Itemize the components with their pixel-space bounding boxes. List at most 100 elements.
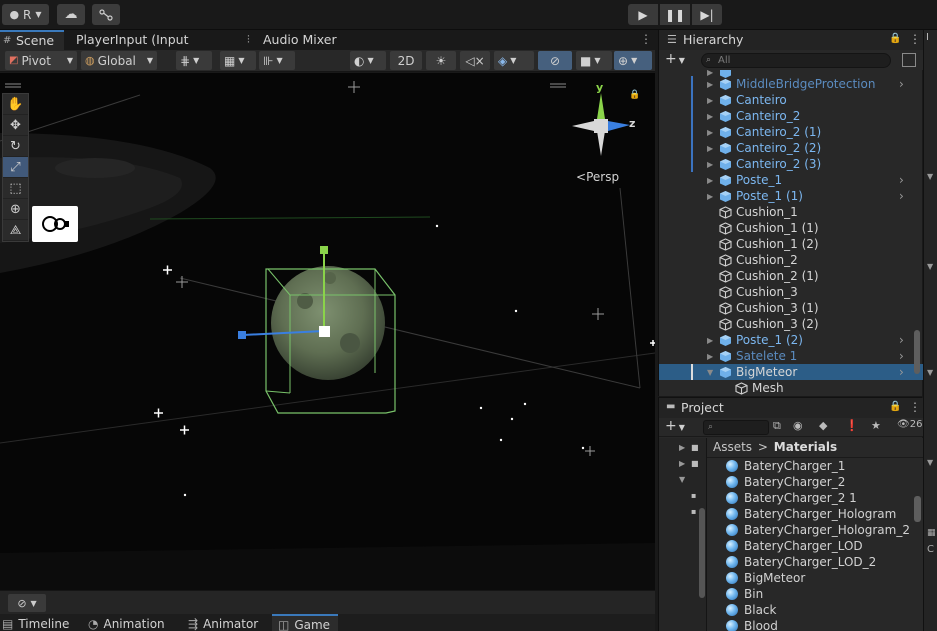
cloud-button[interactable]: ☁ bbox=[57, 4, 85, 25]
hierarchy-search-input[interactable]: ⌕ All bbox=[701, 53, 891, 68]
hierarchy-item[interactable]: ▶ Satelete 1 › bbox=[659, 348, 923, 364]
tab-player-input[interactable]: PlayerInput (Input Actions) bbox=[76, 30, 236, 67]
hierarchy-item[interactable]: ▼ BigMeteor › bbox=[659, 364, 923, 380]
collapsed-section[interactable]: C bbox=[927, 544, 934, 555]
gizmos-dropdown[interactable]: ⊕ ▼ bbox=[614, 51, 652, 70]
expand-arrow-icon[interactable]: ▶ bbox=[707, 96, 717, 105]
expand-arrow-icon[interactable]: ▶ bbox=[707, 160, 717, 169]
pause-button[interactable]: ❚❚ bbox=[660, 4, 690, 25]
more-options-icon[interactable]: ⋮ bbox=[640, 32, 652, 46]
hierarchy-item[interactable]: ▶ Canteiro_2 (2) bbox=[659, 140, 923, 156]
lock-icon[interactable]: 🔒 bbox=[629, 90, 640, 100]
global-dropdown[interactable]: ◍ Global ▼ bbox=[81, 51, 157, 70]
collab-button[interactable] bbox=[92, 4, 120, 25]
expand-arrow-icon[interactable]: ▶ bbox=[707, 176, 717, 185]
expand-arrow-icon[interactable]: ▶ bbox=[707, 112, 717, 121]
camera-gizmo-icon[interactable] bbox=[32, 206, 78, 242]
scale-tool-button[interactable]: ⤢ bbox=[3, 157, 28, 178]
project-list-scrollbar[interactable] bbox=[914, 496, 921, 522]
hierarchy-item[interactable]: Cushion_1 (2) bbox=[659, 236, 923, 252]
open-prefab-chevron-icon[interactable]: › bbox=[899, 365, 904, 379]
grid-snap-dropdown[interactable]: ⋕ ▼ bbox=[176, 51, 212, 70]
asset-item[interactable]: BateryCharger_1 bbox=[707, 458, 923, 474]
hierarchy-item[interactable]: Mesh bbox=[659, 380, 923, 396]
play-button[interactable]: ▶ bbox=[628, 4, 658, 25]
open-prefab-chevron-icon[interactable]: › bbox=[899, 349, 904, 363]
effects-dropdown[interactable]: ◈ ▼ bbox=[494, 51, 534, 70]
asset-item[interactable]: Blood bbox=[707, 618, 923, 631]
breadcrumb-current[interactable]: Materials bbox=[774, 440, 837, 454]
hierarchy-item[interactable]: Cushion_2 (1) bbox=[659, 268, 923, 284]
visibility-icon[interactable]: 👁26 bbox=[897, 419, 922, 430]
hierarchy-item[interactable]: ▶ Poste_1 (1) › bbox=[659, 188, 923, 204]
tab-animation[interactable]: ◔ Animation bbox=[88, 617, 165, 631]
overlay-dropdown[interactable]: ⊘ ▼ bbox=[8, 594, 46, 612]
hierarchy-item[interactable]: Cushion_3 bbox=[659, 284, 923, 300]
hierarchy-scrollbar[interactable] bbox=[914, 330, 920, 374]
account-button[interactable]: ● R ▼ bbox=[2, 4, 49, 25]
tab-audio-mixer[interactable]: ⫶ Audio Mixer bbox=[245, 30, 345, 50]
collapsed-section[interactable]: ▦ bbox=[927, 528, 936, 538]
asset-item[interactable]: BateryCharger_2 bbox=[707, 474, 923, 490]
hierarchy-item[interactable]: ▶ Poste_1 (2) › bbox=[659, 332, 923, 348]
hierarchy-item[interactable]: ▶ Canteiro_2 (3) bbox=[659, 156, 923, 172]
hierarchy-item[interactable]: ▶ Canteiro bbox=[659, 92, 923, 108]
collapsed-section[interactable]: ▼ bbox=[927, 368, 933, 377]
tab-game[interactable]: ◫ Game bbox=[272, 614, 339, 631]
collapsed-section[interactable]: ▼ bbox=[927, 458, 933, 467]
transform-tool-button[interactable]: ⊕ bbox=[3, 199, 28, 220]
tab-scene[interactable]: # Scene bbox=[0, 30, 64, 50]
expand-arrow-icon[interactable]: ▶ bbox=[707, 336, 717, 345]
rect-tool-button[interactable]: ⬚ bbox=[3, 178, 28, 199]
step-button[interactable]: ▶| bbox=[692, 4, 722, 25]
audio-toggle[interactable]: ◁× bbox=[460, 51, 490, 70]
hierarchy-item[interactable]: ▶ Canteiro_2 (1) bbox=[659, 124, 923, 140]
move-tool-button[interactable]: ✥ bbox=[3, 115, 28, 136]
breadcrumb-root[interactable]: Assets bbox=[713, 440, 752, 454]
asset-item[interactable]: BateryCharger_Hologram_2 bbox=[707, 522, 923, 538]
open-prefab-chevron-icon[interactable]: › bbox=[899, 333, 904, 347]
project-tab[interactable]: ▬ Project 🔒 ⋮ bbox=[659, 398, 923, 418]
tree-arrow-icon[interactable]: ▼ bbox=[679, 475, 685, 484]
lock-icon[interactable]: 🔒 bbox=[889, 33, 901, 44]
hierarchy-item[interactable]: Cushion_1 (1) bbox=[659, 220, 923, 236]
tree-arrow-icon[interactable]: ▶ bbox=[679, 459, 685, 468]
asset-item[interactable]: BigMeteor bbox=[707, 570, 923, 586]
expand-arrow-icon[interactable]: ▶ bbox=[707, 80, 717, 89]
hierarchy-item[interactable]: Cushion_2 bbox=[659, 252, 923, 268]
hierarchy-item[interactable]: Cushion_3 (2) bbox=[659, 316, 923, 332]
grid-dropdown[interactable]: ▦ ▼ bbox=[220, 51, 256, 70]
search-scope-icon[interactable]: ⧉ bbox=[773, 419, 781, 433]
expand-arrow-icon[interactable]: ▶ bbox=[707, 352, 717, 361]
scene-viewport[interactable]: ✋ ✥ ↻ ⤢ ⬚ ⊕ ⟁ y z 🔒 <Persp bbox=[0, 73, 655, 590]
project-tree-scrollbar[interactable] bbox=[699, 508, 705, 598]
create-dropdown[interactable]: + ▼ bbox=[665, 418, 685, 434]
scene-search-button[interactable] bbox=[902, 53, 916, 67]
create-dropdown[interactable]: + ▼ bbox=[665, 51, 685, 67]
shading-mode-dropdown[interactable]: ◐ ▼ bbox=[350, 51, 386, 70]
custom-tool-button[interactable]: ⟁ bbox=[3, 220, 28, 241]
hand-tool-button[interactable]: ✋ bbox=[3, 94, 28, 115]
asset-item[interactable]: BateryCharger_2 1 bbox=[707, 490, 923, 506]
hierarchy-item[interactable]: Cushion_3 (1) bbox=[659, 300, 923, 316]
hierarchy-item[interactable]: Cushion_1 bbox=[659, 204, 923, 220]
open-prefab-chevron-icon[interactable]: › bbox=[899, 173, 904, 187]
project-search-input[interactable]: ⌕ bbox=[703, 420, 769, 435]
warning-filter-icon[interactable]: ❗ bbox=[845, 419, 859, 432]
star-icon[interactable]: ★ bbox=[871, 419, 881, 432]
more-options-icon[interactable]: ⋮ bbox=[909, 400, 921, 414]
collapsed-section[interactable]: ▼ bbox=[927, 172, 933, 181]
increment-snap-dropdown[interactable]: ⊪ ▼ bbox=[259, 51, 295, 70]
tab-timeline[interactable]: ▤ Timeline bbox=[2, 617, 69, 631]
tree-arrow-icon[interactable]: ▶ bbox=[679, 443, 685, 452]
asset-item[interactable]: BateryCharger_LOD_2 bbox=[707, 554, 923, 570]
type-filter-icon[interactable]: ◉ bbox=[793, 419, 803, 432]
expand-arrow-icon[interactable]: ▶ bbox=[707, 70, 717, 77]
camera-dropdown[interactable]: ■ ▼ bbox=[576, 51, 612, 70]
open-prefab-chevron-icon[interactable]: › bbox=[899, 189, 904, 203]
expand-arrow-icon[interactable]: ▶ bbox=[707, 192, 717, 201]
hierarchy-tab[interactable]: ☰ Hierarchy 🔒 ⋮ bbox=[659, 30, 923, 50]
asset-item[interactable]: Bin bbox=[707, 586, 923, 602]
scene-visibility-toggle[interactable]: ⊘ bbox=[538, 51, 572, 70]
inspector-tab[interactable]: I bbox=[926, 32, 929, 43]
